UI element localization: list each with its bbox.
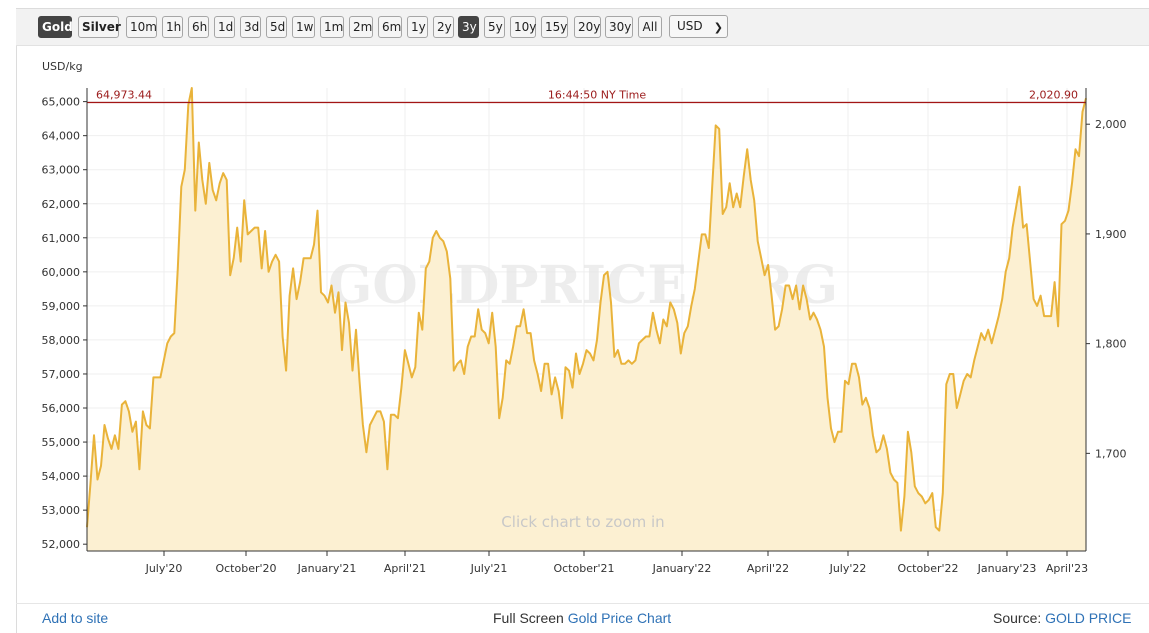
x-tick-label: October'21 [553,562,614,575]
add-to-site-link[interactable]: Add to site [42,610,108,626]
source-prefix: Source: [993,610,1046,626]
x-tick-label: October'22 [897,562,958,575]
source-link[interactable]: GOLD PRICE [1045,610,1131,626]
y-tick-label: 59,000 [42,300,81,313]
right-tick-label: 1,900 [1095,228,1127,241]
right-tick-label: 1,700 [1095,447,1127,460]
x-tick-label: July'22 [829,562,867,575]
x-tick-label: January'23 [977,562,1037,575]
right-tick-label: 2,000 [1095,118,1127,131]
zoom-hint-text: Click chart to zoom in [501,513,664,531]
x-tick-label: January'22 [652,562,712,575]
footer-divider [16,603,1149,604]
y-tick-label: 55,000 [42,436,81,449]
right-tick-label: 1,800 [1095,338,1127,351]
y-tick-label: 53,000 [42,504,81,517]
full-screen-prefix: Full Screen [493,610,568,626]
add-to-site-text: Add to site [42,610,109,626]
current-price-usd-oz: 2,020.90 [1029,89,1078,102]
y-tick-label: 61,000 [42,232,81,245]
x-tick-label: January'21 [297,562,357,575]
current-price-usd-kg: 64,973.44 [96,89,152,102]
y-tick-label: 52,000 [42,538,81,551]
timestamp-label: 16:44:50 NY Time [548,89,646,102]
y-tick-label: 57,000 [42,368,81,381]
x-tick-label: July'21 [470,562,508,575]
y-tick-label: 63,000 [42,164,81,177]
x-tick-label: April'21 [384,562,426,575]
full-screen-chart-link[interactable]: Gold Price Chart [568,610,671,626]
x-tick-label: April'22 [747,562,789,575]
y-tick-label: 56,000 [42,402,81,415]
y-tick-label: 54,000 [42,470,81,483]
source-text: Source: GOLD PRICE [993,610,1132,626]
gold-price-chart[interactable]: GOLDPRICE.ORGClick chart to zoom in64,97… [0,0,1149,632]
y-tick-label: 60,000 [42,266,81,279]
full-screen-text: Full Screen Gold Price Chart [493,610,671,626]
y-tick-label: 62,000 [42,198,81,211]
y-tick-label: 58,000 [42,334,81,347]
y-tick-label: 65,000 [42,96,81,109]
x-tick-label: October'20 [215,562,276,575]
y-tick-label: 64,000 [42,130,81,143]
x-tick-label: July'20 [145,562,183,575]
x-tick-label: April'23 [1046,562,1088,575]
